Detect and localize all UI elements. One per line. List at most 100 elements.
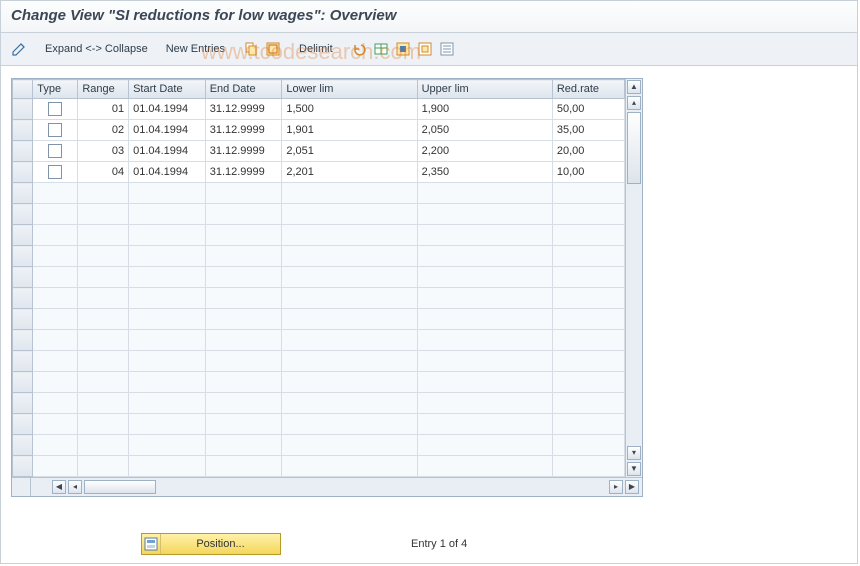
horizontal-scrollbar[interactable]: ◀ ◂ ▸ ▶	[12, 477, 642, 496]
table-row[interactable]	[13, 351, 625, 372]
upper-lim-cell[interactable]: 2,350	[417, 162, 552, 183]
upper-lim-cell[interactable]: 2,200	[417, 141, 552, 162]
col-end[interactable]: End Date	[205, 80, 282, 99]
table-row[interactable]	[13, 288, 625, 309]
row-selector[interactable]	[13, 141, 33, 162]
expand-collapse-button[interactable]: Expand <-> Collapse	[45, 43, 148, 55]
row-selector[interactable]	[13, 393, 33, 414]
row-selector[interactable]	[13, 120, 33, 141]
row-selector[interactable]	[13, 309, 33, 330]
scroll-left-start-icon[interactable]: ◀	[52, 480, 66, 494]
table-row[interactable]	[13, 435, 625, 456]
row-selector[interactable]	[13, 162, 33, 183]
hscroll-thumb[interactable]	[84, 480, 156, 494]
table-row[interactable]	[13, 267, 625, 288]
lower-lim-cell[interactable]: 1,500	[282, 99, 417, 120]
row-selector[interactable]	[13, 267, 33, 288]
col-rate[interactable]: Red.rate	[552, 80, 624, 99]
type-checkbox[interactable]	[33, 141, 78, 162]
table-row[interactable]: 0101.04.199431.12.99991,5001,90050,00	[13, 99, 625, 120]
table-row[interactable]: 0401.04.199431.12.99992,2012,35010,00	[13, 162, 625, 183]
lower-lim-cell[interactable]: 1,901	[282, 120, 417, 141]
row-selector[interactable]	[13, 351, 33, 372]
type-checkbox[interactable]	[33, 99, 78, 120]
row-selector[interactable]	[13, 204, 33, 225]
lower-lim-cell[interactable]: 2,051	[282, 141, 417, 162]
copy-icon[interactable]	[243, 41, 259, 57]
table-row[interactable]: 0301.04.199431.12.99992,0512,20020,00	[13, 141, 625, 162]
table-row[interactable]: 0201.04.199431.12.99991,9012,05035,00	[13, 120, 625, 141]
col-lower[interactable]: Lower lim	[282, 80, 417, 99]
col-type[interactable]: Type	[33, 80, 78, 99]
empty-cell	[33, 372, 78, 393]
empty-cell	[33, 225, 78, 246]
range-cell[interactable]: 01	[78, 99, 129, 120]
end-date-cell[interactable]: 31.12.9999	[205, 99, 282, 120]
row-selector[interactable]	[13, 288, 33, 309]
end-date-cell[interactable]: 31.12.9999	[205, 120, 282, 141]
col-upper[interactable]: Upper lim	[417, 80, 552, 99]
row-selector[interactable]	[13, 435, 33, 456]
start-date-cell[interactable]: 01.04.1994	[129, 120, 206, 141]
red-rate-cell[interactable]: 35,00	[552, 120, 624, 141]
position-button[interactable]: Position...	[141, 533, 281, 555]
scroll-right-icon[interactable]: ▸	[609, 480, 623, 494]
type-checkbox[interactable]	[33, 120, 78, 141]
row-selector[interactable]	[13, 99, 33, 120]
row-selector[interactable]	[13, 183, 33, 204]
empty-cell	[33, 288, 78, 309]
end-date-cell[interactable]: 31.12.9999	[205, 162, 282, 183]
table-row[interactable]	[13, 183, 625, 204]
table-row[interactable]	[13, 204, 625, 225]
empty-cell	[417, 183, 552, 204]
upper-lim-cell[interactable]: 2,050	[417, 120, 552, 141]
range-cell[interactable]: 03	[78, 141, 129, 162]
row-selector[interactable]	[13, 330, 33, 351]
scroll-bottom-icon[interactable]: ▼	[627, 462, 641, 476]
col-start[interactable]: Start Date	[129, 80, 206, 99]
range-cell[interactable]: 04	[78, 162, 129, 183]
row-selector[interactable]	[13, 372, 33, 393]
table-green-icon[interactable]	[373, 41, 389, 57]
lower-lim-cell[interactable]: 2,201	[282, 162, 417, 183]
table-row[interactable]	[13, 330, 625, 351]
deselect-icon[interactable]	[417, 41, 433, 57]
start-date-cell[interactable]: 01.04.1994	[129, 141, 206, 162]
table-row[interactable]	[13, 372, 625, 393]
start-date-cell[interactable]: 01.04.1994	[129, 162, 206, 183]
table-row[interactable]	[13, 309, 625, 330]
range-cell[interactable]: 02	[78, 120, 129, 141]
type-checkbox[interactable]	[33, 162, 78, 183]
pencil-icon[interactable]	[11, 41, 27, 57]
scroll-down-icon[interactable]: ▾	[627, 446, 641, 460]
start-date-cell[interactable]: 01.04.1994	[129, 99, 206, 120]
table-row[interactable]	[13, 456, 625, 477]
scroll-left-icon[interactable]: ◂	[68, 480, 82, 494]
row-selector[interactable]	[13, 414, 33, 435]
scroll-right-end-icon[interactable]: ▶	[625, 480, 639, 494]
select-icon[interactable]	[265, 41, 281, 57]
col-range[interactable]: Range	[78, 80, 129, 99]
undo-icon[interactable]	[351, 41, 367, 57]
upper-lim-cell[interactable]: 1,900	[417, 99, 552, 120]
new-entries-button[interactable]: New Entries	[166, 43, 225, 55]
red-rate-cell[interactable]: 10,00	[552, 162, 624, 183]
vertical-scrollbar[interactable]: ▲ ▴ ▾ ▼	[625, 79, 642, 477]
table-row[interactable]	[13, 414, 625, 435]
select-all-icon[interactable]	[395, 41, 411, 57]
red-rate-cell[interactable]: 50,00	[552, 99, 624, 120]
table-row[interactable]	[13, 225, 625, 246]
scroll-top-icon[interactable]: ▲	[627, 80, 641, 94]
empty-cell	[417, 246, 552, 267]
red-rate-cell[interactable]: 20,00	[552, 141, 624, 162]
table-row[interactable]	[13, 393, 625, 414]
scroll-up-icon[interactable]: ▴	[627, 96, 641, 110]
delimit-button[interactable]: Delimit	[299, 43, 333, 55]
row-selector[interactable]	[13, 456, 33, 477]
end-date-cell[interactable]: 31.12.9999	[205, 141, 282, 162]
row-selector[interactable]	[13, 246, 33, 267]
table-row[interactable]	[13, 246, 625, 267]
scroll-thumb[interactable]	[627, 112, 641, 184]
list-icon[interactable]	[439, 41, 455, 57]
row-selector[interactable]	[13, 225, 33, 246]
